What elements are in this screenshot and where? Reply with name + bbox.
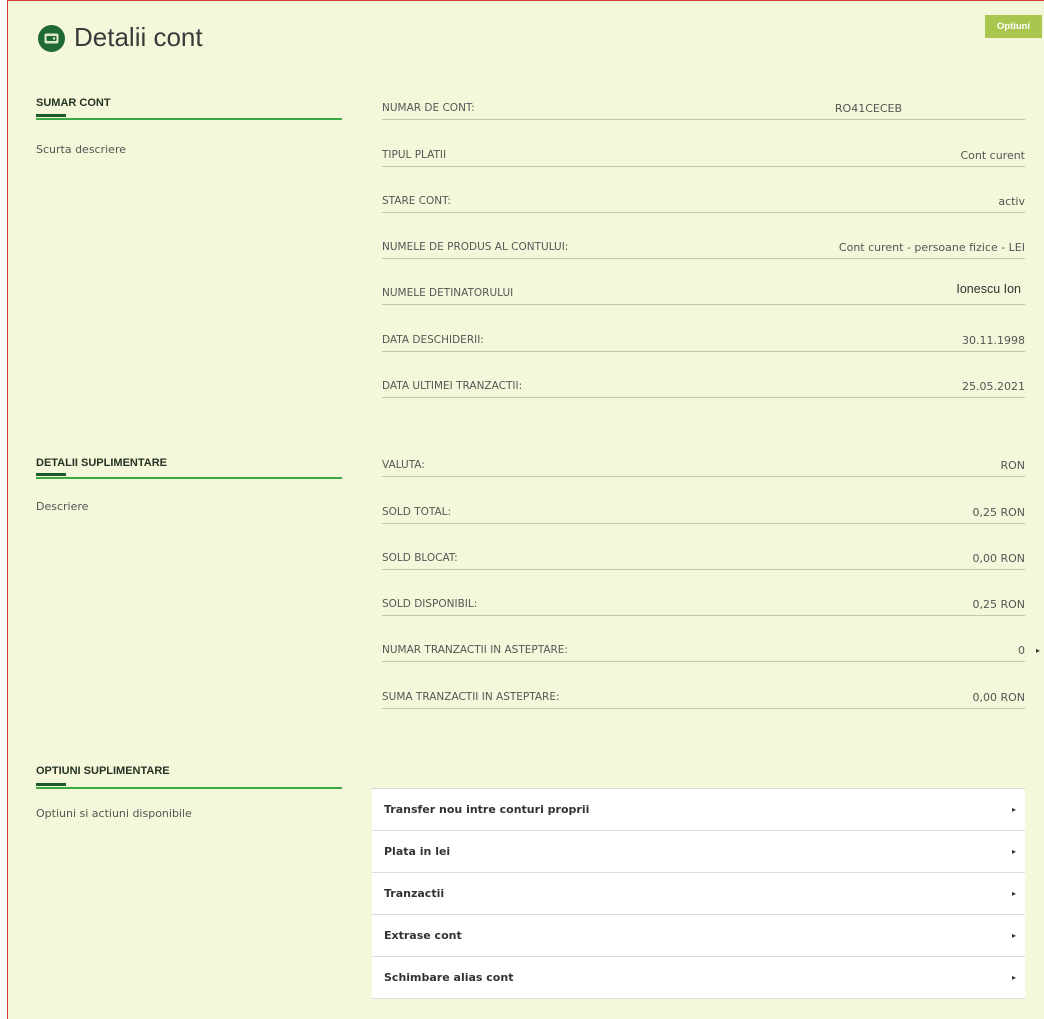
field-label: DATA ULTIMEI TRANZACTII: — [382, 380, 523, 393]
section-description-options: Optiuni si actiuni disponibile — [36, 807, 192, 820]
section-underline — [36, 787, 342, 789]
section-description-summary: Scurta descriere — [36, 143, 126, 156]
field-value: Ionescu Ion — [956, 282, 1021, 297]
last-transaction-date-row: DATA ULTIMEI TRANZACTII: 25.05.2021 — [382, 352, 1025, 399]
option-item-transactions[interactable]: Tranzactii ▸ — [372, 873, 1025, 915]
caret-right-icon: ▸ — [1011, 805, 1016, 814]
section-accent-bar — [36, 473, 66, 476]
field-value: 0,25 RON — [972, 505, 1025, 519]
field-value: RO41CECEB — [834, 102, 902, 116]
blocked-balance-row: SOLD BLOCAT: 0,00 RON — [382, 524, 1025, 570]
option-label: Tranzactii — [384, 887, 445, 900]
caret-right-icon[interactable]: ▸ — [1036, 644, 1040, 657]
section-heading-summary: SUMAR CONT — [36, 97, 111, 109]
field-value: 0,00 RON — [972, 551, 1025, 565]
section-accent-bar — [36, 114, 66, 117]
field-value: 0,25 RON — [972, 598, 1025, 612]
field-label: NUMELE DE PRODUS AL CONTULUI: — [382, 241, 569, 254]
pending-sum-row: SUMA TRANZACTII IN ASTEPTARE: 0,00 RON — [382, 662, 1025, 709]
field-label: SUMA TRANZACTII IN ASTEPTARE: — [382, 690, 560, 703]
available-balance-row: SOLD DISPONIBIL: 0,25 RON — [382, 570, 1025, 617]
option-label: Plata in lei — [384, 845, 451, 858]
field-label: SOLD TOTAL: — [382, 505, 452, 518]
field-value: RON — [1000, 459, 1025, 473]
opening-date-row: DATA DESCHIDERII: 30.11.1998 — [382, 305, 1025, 352]
field-label: NUMAR DE CONT: — [382, 102, 475, 115]
field-value: Cont curent - persoane fizice - LEI — [838, 241, 1025, 255]
field-value: activ — [998, 194, 1025, 208]
summary-fields: NUMAR DE CONT: RO41CECEB TIPUL PLATII Co… — [382, 74, 1025, 399]
caret-right-icon: ▸ — [1011, 931, 1016, 940]
page-title: Detalii cont — [74, 22, 203, 52]
account-number-row: NUMAR DE CONT: RO41CECEB — [382, 74, 1025, 121]
field-label: SOLD DISPONIBIL: — [382, 598, 478, 611]
section-heading-details: DETALII SUPLIMENTARE — [36, 457, 167, 469]
field-value: 25.05.2021 — [962, 380, 1025, 394]
section-underline — [36, 118, 342, 120]
field-label: NUMAR TRANZACTII IN ASTEPTARE: — [382, 644, 568, 657]
field-value: 0,00 RON — [972, 690, 1025, 704]
field-label: VALUTA: — [382, 459, 425, 472]
option-item-alias[interactable]: Schimbare alias cont ▸ — [372, 957, 1025, 999]
section-accent-bar — [36, 783, 66, 786]
field-label: SOLD BLOCAT: — [382, 551, 458, 564]
caret-right-icon: ▸ — [1011, 889, 1016, 898]
product-name-row: NUMELE DE PRODUS AL CONTULUI: Cont curen… — [382, 213, 1025, 260]
option-item-transfer[interactable]: Transfer nou intre conturi proprii ▸ — [372, 789, 1025, 831]
option-label: Transfer nou intre conturi proprii — [384, 803, 590, 816]
payment-type-row: TIPUL PLATII Cont curent — [382, 120, 1025, 167]
options-list: Transfer nou intre conturi proprii ▸ Pla… — [372, 788, 1025, 999]
field-label: STARE CONT: — [382, 194, 451, 207]
total-balance-row: SOLD TOTAL: 0,25 RON — [382, 477, 1025, 524]
section-underline — [36, 477, 342, 479]
options-button[interactable]: Optiuni — [985, 15, 1042, 38]
pending-count-row: NUMAR TRANZACTII IN ASTEPTARE: 0 ▸ — [382, 616, 1040, 663]
option-item-payment-lei[interactable]: Plata in lei ▸ — [372, 831, 1025, 873]
option-item-statements[interactable]: Extrase cont ▸ — [372, 915, 1025, 957]
field-value: Cont curent — [960, 148, 1025, 162]
field-label: TIPUL PLATII — [382, 148, 447, 161]
holder-name-row: NUMELE DETINATORULUI Ionescu Ion — [382, 259, 1025, 306]
caret-right-icon: ▸ — [1011, 847, 1016, 856]
details-fields: VALUTA: RON SOLD TOTAL: 0,25 RON SOLD BL… — [382, 431, 1040, 709]
currency-row: VALUTA: RON — [382, 431, 1025, 478]
field-label: NUMELE DETINATORULUI — [382, 287, 514, 300]
account-status-row: STARE CONT: activ — [382, 167, 1025, 213]
section-heading-options: OPTIUNI SUPLIMENTARE — [36, 765, 170, 777]
field-label: DATA DESCHIDERII: — [382, 333, 484, 346]
caret-right-icon: ▸ — [1011, 973, 1016, 982]
option-label: Extrase cont — [384, 929, 462, 942]
option-label: Schimbare alias cont — [384, 971, 514, 984]
field-value: 0 — [1018, 644, 1025, 658]
field-value: 30.11.1998 — [962, 333, 1025, 347]
account-card-icon — [38, 25, 65, 52]
section-description-details: Descriere — [36, 500, 89, 513]
